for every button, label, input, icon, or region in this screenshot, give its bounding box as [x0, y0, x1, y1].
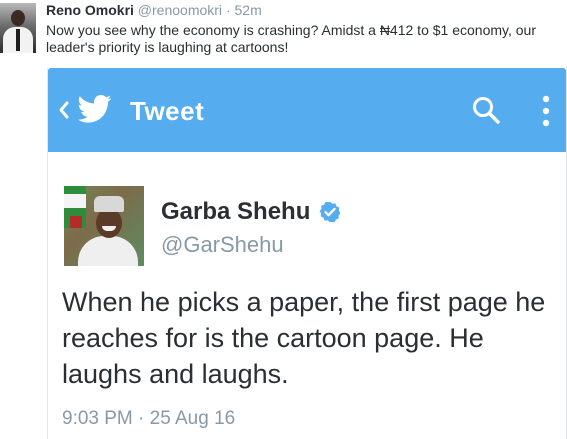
back-icon[interactable]: [57, 98, 71, 122]
more-icon[interactable]: [541, 94, 551, 128]
inner-author-handle[interactable]: @GarShehu: [161, 232, 284, 258]
inner-author-name[interactable]: Garba Shehu: [161, 198, 310, 226]
inner-tweet-timestamp[interactable]: 9:03 PM · 25 Aug 16: [62, 408, 235, 430]
inner-author-avatar[interactable]: [64, 186, 144, 266]
outer-avatar[interactable]: [0, 3, 36, 53]
outer-author-handle[interactable]: @renoomokri: [138, 2, 222, 18]
twitter-bird-icon[interactable]: [78, 94, 112, 124]
app-bar-title: Tweet: [130, 96, 205, 126]
app-bar: Tweet: [48, 68, 566, 152]
outer-tweet-time[interactable]: 52m: [235, 2, 262, 18]
search-icon[interactable]: [471, 95, 501, 125]
outer-tweet-header: Reno Omokri @renoomokri · 52m: [46, 2, 262, 19]
outer-meta-separator: ·: [225, 2, 231, 18]
outer-tweet-text: Now you see why the economy is crashing?…: [46, 22, 536, 55]
outer-author-name[interactable]: Reno Omokri: [46, 2, 134, 18]
embedded-tweet-screenshot: Tweet Garba Shehu @GarShehu When he pick…: [47, 68, 567, 439]
verified-badge-icon: [319, 201, 341, 223]
inner-tweet-text: When he picks a paper, the first page he…: [62, 287, 546, 389]
tweet-screenshot: Reno Omokri @renoomokri · 52m Now you se…: [0, 0, 567, 439]
